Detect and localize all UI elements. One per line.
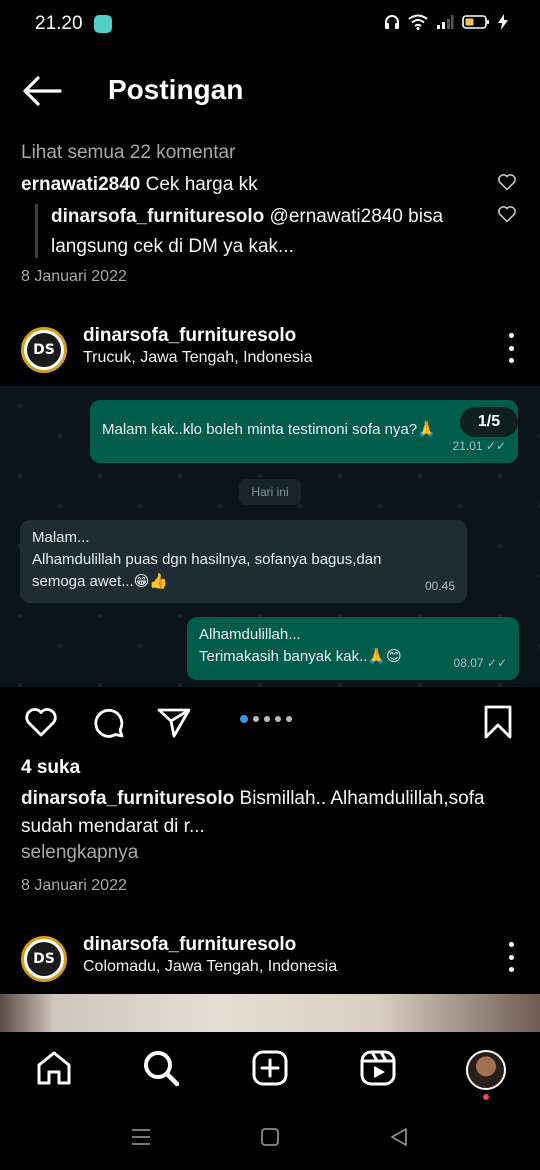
- menu-icon[interactable]: [130, 1126, 152, 1148]
- double-check-icon: ✓✓: [485, 439, 506, 453]
- chat-message-meta: 08.07 ✓✓: [454, 652, 507, 674]
- create-icon[interactable]: [250, 1048, 290, 1088]
- caption-more-link[interactable]: selengkapnya: [21, 842, 138, 864]
- post-caption: dinarsofa_furnituresolo Bismillah.. Alha…: [21, 785, 521, 841]
- page-title: Postingan: [108, 74, 244, 105]
- chat-message-time: 08.07: [453, 656, 484, 670]
- like-heart-icon[interactable]: [23, 704, 59, 740]
- more-options-icon[interactable]: [506, 942, 516, 972]
- chat-message-time: 00.45: [424, 579, 455, 593]
- post-image[interactable]: [0, 994, 540, 1034]
- post-date: 8 Januari 2022: [21, 877, 127, 894]
- view-all-comments-link[interactable]: Lihat semua 22 komentar: [21, 142, 235, 164]
- comments-date: 8 Januari 2022: [21, 268, 127, 285]
- save-bookmark-icon[interactable]: [480, 704, 516, 740]
- comment-username[interactable]: dinarsofa_furnituresolo: [51, 206, 264, 227]
- back-arrow-icon[interactable]: [20, 74, 64, 108]
- chat-message-text: Malam kak..klo boleh minta testimoni sof…: [102, 421, 436, 438]
- status-bar: 21.20: [0, 0, 540, 48]
- share-paper-plane-icon[interactable]: [156, 704, 192, 740]
- notification-dot: [483, 1094, 489, 1100]
- comment-like-heart-icon[interactable]: [497, 204, 517, 224]
- charging-icon: [498, 14, 508, 30]
- post-username[interactable]: dinarsofa_furnituresolo: [83, 934, 296, 956]
- chat-message-text: Malam... Alhamdulillah puas dgn hasilnya…: [32, 529, 382, 590]
- app-notification-icon: [94, 15, 112, 33]
- more-options-icon[interactable]: [506, 333, 516, 363]
- status-icons: [384, 14, 508, 30]
- reels-icon[interactable]: [358, 1048, 398, 1088]
- post-location[interactable]: Colomadu, Jawa Tengah, Indonesia: [83, 958, 337, 976]
- avatar[interactable]: DS: [21, 936, 67, 982]
- likes-count[interactable]: 4 suka: [21, 757, 80, 779]
- avatar-logo: DS: [27, 942, 61, 976]
- status-time: 21.20: [35, 13, 83, 34]
- profile-avatar[interactable]: [466, 1050, 506, 1090]
- comment-username[interactable]: ernawati2840: [21, 174, 140, 195]
- avatar-logo: DS: [27, 333, 61, 367]
- signal-icon: [437, 15, 454, 29]
- caption-username[interactable]: dinarsofa_furnituresolo: [21, 788, 234, 809]
- post-header: DS dinarsofa_furnituresolo Colomadu, Jaw…: [0, 932, 540, 994]
- avatar[interactable]: DS: [21, 327, 67, 373]
- search-icon[interactable]: [141, 1048, 181, 1088]
- comment-like-heart-icon[interactable]: [497, 172, 517, 192]
- chat-message-time: 21.01: [452, 439, 483, 453]
- headphones-icon: [385, 15, 399, 29]
- comment-reply: dinarsofa_furnituresolo @ernawati2840 bi…: [51, 202, 481, 262]
- comment-text: Cek harga kk: [145, 174, 258, 195]
- chat-bubble-outgoing: Malam kak..klo boleh minta testimoni sof…: [90, 400, 518, 463]
- day-separator-chip: Hari ini: [239, 479, 301, 505]
- bottom-navigation: [0, 1032, 540, 1104]
- chat-bubble-outgoing: Alhamdulillah... Terimakasih banyak kak.…: [187, 617, 519, 680]
- battery-icon: [462, 15, 489, 29]
- chat-message-meta: 21.01 ✓✓: [453, 435, 506, 457]
- comment-item: ernawati2840 Cek harga kk: [21, 170, 491, 200]
- wifi-icon: [408, 14, 428, 30]
- top-bar: Postingan: [0, 60, 540, 122]
- double-check-icon: ✓✓: [486, 656, 507, 670]
- post-username[interactable]: dinarsofa_furnituresolo: [83, 325, 296, 347]
- carousel-counter: 1/5: [460, 407, 518, 437]
- home-icon[interactable]: [34, 1048, 74, 1088]
- system-navigation: [0, 1104, 540, 1170]
- back-triangle-icon[interactable]: [388, 1126, 410, 1148]
- post-actions: [0, 700, 540, 744]
- post-image[interactable]: Malam kak..klo boleh minta testimoni sof…: [0, 386, 540, 687]
- comment-bubble-icon[interactable]: [90, 704, 126, 740]
- home-square-icon[interactable]: [259, 1126, 281, 1148]
- chat-bubble-incoming: Malam... Alhamdulillah puas dgn hasilnya…: [20, 520, 467, 603]
- post-header: DS dinarsofa_furnituresolo Trucuk, Jawa …: [0, 323, 540, 385]
- post-location[interactable]: Trucuk, Jawa Tengah, Indonesia: [83, 349, 312, 367]
- reply-indent-bar: [35, 204, 38, 258]
- carousel-dots: [240, 715, 292, 723]
